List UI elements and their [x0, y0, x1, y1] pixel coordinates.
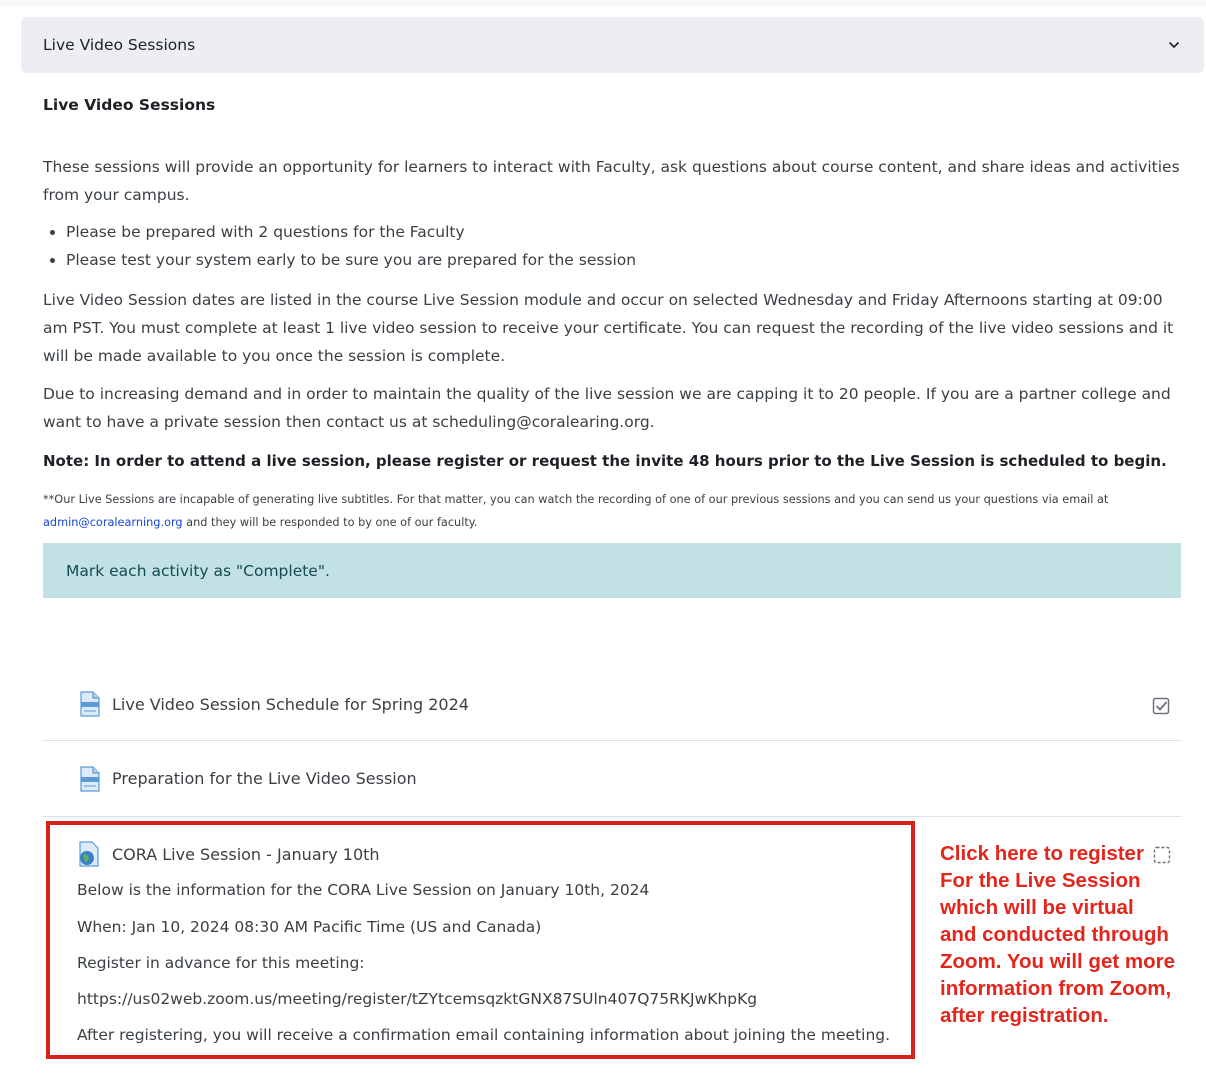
page-icon: [78, 691, 102, 717]
manual-completion-icon[interactable]: [1153, 846, 1171, 864]
zoom-session-activity[interactable]: CORA Live Session - January 10th Below i…: [77, 838, 907, 1044]
alert-text: Mark each activity as "Complete".: [66, 561, 330, 580]
registration-note: Note: In order to attend a live session,…: [43, 452, 1167, 470]
demand-paragraph: Due to increasing demand and in order to…: [43, 385, 1171, 431]
list-item: Please be prepared with 2 questions for …: [66, 218, 636, 246]
activity-item[interactable]: Preparation for the Live Video Session: [43, 741, 1181, 817]
completion-alert: Mark each activity as "Complete".: [43, 543, 1181, 598]
subtitles-note-text-end: and they will be responded to by one of …: [182, 516, 478, 529]
intro-paragraph: These sessions will provide an opportuni…: [43, 158, 1180, 204]
callout-line: and conducted through: [940, 923, 1169, 946]
zoom-when-line: When: Jan 10, 2024 08:30 AM Pacific Time…: [77, 918, 542, 936]
callout-line: information from Zoom,: [940, 977, 1172, 1000]
zoom-session-title[interactable]: CORA Live Session - January 10th: [112, 845, 380, 864]
zoom-after-line: After registering, you will receive a co…: [77, 1026, 891, 1044]
subtitles-note: **Our Live Sessions are incapable of gen…: [43, 488, 1185, 534]
list-item: Please test your system early to be sure…: [66, 246, 636, 274]
section-heading: Live Video Sessions: [43, 96, 216, 114]
url-globe-icon: [77, 841, 101, 867]
section-toggle[interactable]: Live Video Sessions: [21, 17, 1204, 73]
activity-link[interactable]: Live Video Session Schedule for Spring 2…: [112, 695, 469, 714]
chevron-down-icon[interactable]: [1166, 37, 1182, 53]
callout-annotation: Click here to register For the Live Sess…: [940, 840, 1204, 1029]
top-divider: [0, 0, 1206, 6]
completion-checkbox-icon[interactable]: [1152, 697, 1170, 715]
bullet-list: Please be prepared with 2 questions for …: [43, 218, 636, 274]
callout-line: For the Live Session: [940, 869, 1141, 892]
section-content: Live Video Sessions These sessions will …: [43, 96, 1185, 529]
page-icon: [78, 765, 102, 792]
subtitles-note-text: **Our Live Sessions are incapable of gen…: [43, 493, 1109, 506]
zoom-register-line: Register in advance for this meeting:: [77, 954, 365, 972]
dates-paragraph: Live Video Session dates are listed in t…: [43, 291, 1174, 365]
callout-line: which will be virtual: [940, 896, 1134, 919]
zoom-register-link[interactable]: https://us02web.zoom.us/meeting/register…: [77, 989, 757, 1009]
email-link[interactable]: admin@coralearning.org: [43, 516, 183, 529]
callout-line: Zoom. You will get more: [940, 950, 1176, 973]
callout-line: after registration.: [940, 1004, 1109, 1027]
zoom-info-line: Below is the information for the CORA Li…: [77, 881, 650, 899]
activity-item[interactable]: Live Video Session Schedule for Spring 2…: [43, 676, 1181, 741]
activity-link[interactable]: Preparation for the Live Video Session: [112, 769, 417, 788]
section-header-title: Live Video Sessions: [43, 36, 196, 54]
